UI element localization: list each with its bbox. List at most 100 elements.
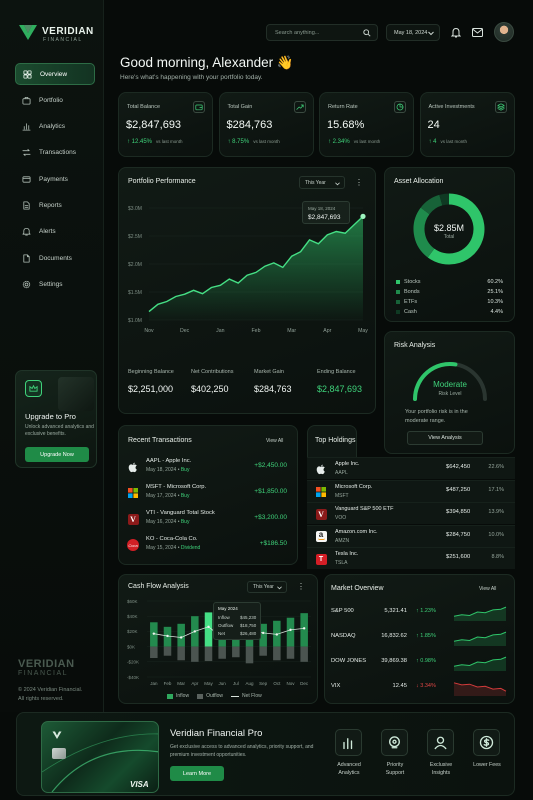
outflow-bar[interactable]	[218, 646, 226, 659]
risk-text: Your portfolio risk is in the moderate r…	[405, 409, 468, 424]
net-flow-point[interactable]	[275, 633, 279, 636]
x-tick-label: Sep	[259, 681, 268, 686]
pro-feature-insights[interactable]: Exclusive Insights	[423, 729, 463, 789]
outflow-bar[interactable]	[273, 646, 281, 661]
market-row[interactable]: VIX 12.45 ↓ 3.34%	[325, 677, 516, 701]
market-row[interactable]: DOW JONES 39,869.38 ↑ 0.98%	[325, 652, 516, 676]
holding-pct: 17.1%	[488, 486, 504, 493]
upgrade-title: Upgrade to Pro	[25, 412, 76, 421]
holding-row[interactable]: Apple Inc. AAPL $642,450 22.6%	[307, 457, 515, 479]
legend-swatch	[396, 300, 400, 304]
pro-feature-fees[interactable]: Lower Fees	[469, 729, 509, 789]
outflow-bar[interactable]	[150, 646, 158, 658]
sidebar-item-documents[interactable]: Documents	[15, 247, 95, 269]
net-flow-point[interactable]	[289, 628, 292, 632]
vanguard-logo: V	[315, 508, 327, 520]
search-input[interactable]: Search anything...	[266, 24, 378, 41]
more-options-icon[interactable]: ⋮	[353, 176, 365, 189]
stat-change-value: ↑ 8.75%	[227, 139, 250, 145]
outflow-bar[interactable]	[245, 646, 254, 664]
avatar[interactable]	[494, 22, 514, 42]
file-icon	[21, 253, 31, 263]
outflow-bar[interactable]	[177, 646, 185, 661]
holding-ticker: AAPL	[335, 470, 348, 476]
pro-feature-analytics[interactable]: Advanced Analytics	[331, 729, 371, 789]
outflow-bar[interactable]	[191, 646, 199, 662]
learn-more-button[interactable]: Learn More	[170, 766, 224, 781]
outflow-bar[interactable]	[204, 646, 213, 662]
market-row[interactable]: S&P 500 5,321.41 ↑ 1.23%	[325, 602, 516, 626]
stat-change-sub: vs last month	[353, 139, 381, 144]
net-flow-point[interactable]	[302, 627, 306, 630]
cashflow-tooltip: May 2024 Inflow $45,230 Outflow $18,750 …	[213, 602, 261, 640]
market-row[interactable]: NASDAQ 16,832.62 ↑ 1.85%	[325, 627, 516, 651]
allocation-slice-etfs[interactable]	[420, 194, 443, 215]
inflow-bar[interactable]	[300, 613, 308, 647]
net-flow-point[interactable]	[152, 632, 156, 635]
performance-point[interactable]	[360, 213, 366, 219]
y-tick-label: $3.0M	[128, 206, 142, 212]
stat-change-value: ↑ 2.34%	[328, 139, 350, 145]
sidebar-item-analytics[interactable]: Analytics	[15, 116, 95, 138]
stat-change-sub: vs last month	[253, 139, 280, 144]
inflow-bar[interactable]	[177, 623, 185, 647]
layers-icon	[494, 101, 507, 113]
sidebar-item-payments[interactable]: Payments	[15, 168, 95, 190]
footer-sub: FINANCIAL	[18, 670, 69, 677]
mail-icon[interactable]	[472, 28, 483, 37]
outflow-bar[interactable]	[163, 646, 172, 656]
transaction-row[interactable]: AAPL - Apple Inc. May 18, 2024 • Buy +$2,4…	[119, 457, 299, 481]
x-tick-label: Jun	[219, 681, 227, 686]
sidebar-item-settings[interactable]: Settings	[15, 273, 95, 295]
veridian-logo-icon	[19, 25, 37, 40]
stat-card-active-investments[interactable]: Active Investments 24 ↑ 4 vs last month	[419, 92, 515, 157]
cashflow-tooltip-net-label: Net	[218, 631, 226, 636]
upgrade-now-button[interactable]: Upgrade Now	[25, 447, 89, 462]
sidebar-item-portfolio[interactable]: Portfolio	[15, 89, 95, 111]
transaction-row[interactable]: V VTI - Vanguard Total Stock May 16, 2024 …	[119, 509, 299, 533]
transaction-type: Buy	[180, 493, 190, 499]
transaction-meta: May 18, 2024 • Buy	[146, 467, 189, 473]
holding-row[interactable]: Microsoft Corp. MSFT $487,250 17.1%	[307, 479, 515, 502]
stat-card-total-gain[interactable]: Total Gain $284,763 ↑ 8.75% vs last month	[218, 92, 314, 157]
more-options-icon[interactable]: ⋮	[295, 580, 307, 593]
performance-title: Portfolio Performance	[128, 178, 196, 185]
sidebar-item-alerts[interactable]: Alerts	[15, 221, 95, 243]
allocation-slice-cash[interactable]	[439, 193, 450, 206]
legend-netflow: Net Flow	[231, 693, 262, 699]
transaction-row[interactable]: Coca KO - Coca-Cola Co. May 15, 2024 • Div…	[119, 535, 299, 559]
transactions-view-all-link[interactable]: View All	[266, 438, 283, 444]
stat-card-return-rate[interactable]: Return Rate 15.68% ↑ 2.34% vs last month	[319, 92, 414, 157]
holding-row[interactable]: T Tesla Inc. TSLA $251,600 8.8%	[307, 547, 515, 569]
transaction-row[interactable]: MSFT - Microsoft Corp. May 17, 2024 • Buy…	[119, 483, 299, 507]
pro-feature-support[interactable]: Priority Support	[377, 729, 417, 789]
sidebar-item-transactions[interactable]: Transactions	[15, 142, 95, 164]
net-flow-point[interactable]	[179, 636, 183, 639]
net-flow-point[interactable]	[166, 634, 169, 638]
sidebar-item-reports[interactable]: Reports	[15, 195, 95, 217]
performance-period-select[interactable]: This Year	[299, 176, 345, 189]
inflow-bar[interactable]	[286, 617, 295, 647]
holding-row[interactable]: a Amazon.com Inc. AMZN $284,750 10.0%	[307, 524, 515, 547]
pro-feature-label: Advanced	[337, 762, 361, 768]
market-view-all-link[interactable]: View All	[479, 586, 496, 592]
outflow-bar[interactable]	[286, 646, 295, 659]
sidebar-item-overview[interactable]: Overview	[15, 63, 95, 85]
net-flow-point[interactable]	[261, 631, 265, 635]
stat-card-total-balance[interactable]: Total Balance $2,847,693 ↑ 12.45% vs last m…	[118, 92, 213, 157]
outflow-bar[interactable]	[259, 646, 267, 656]
inflow-bar[interactable]	[204, 612, 213, 647]
holding-row[interactable]: V Vanguard S&P 500 ETF VOO $394,850 13.9%	[307, 502, 515, 524]
x-tick-label: Jan	[150, 681, 158, 686]
outflow-bar[interactable]	[300, 646, 308, 662]
cashflow-period-select[interactable]: This Year	[247, 581, 287, 593]
date-picker[interactable]: May 18, 2024	[386, 24, 440, 41]
net-flow-point[interactable]	[207, 625, 210, 629]
insights-icon	[427, 729, 454, 756]
holding-ticker: AMZN	[335, 537, 350, 544]
bell-icon[interactable]	[451, 27, 461, 38]
market-change: ↓ 3.34%	[416, 683, 436, 689]
y-tick-label: $40K	[127, 614, 138, 619]
net-flow-point[interactable]	[193, 630, 197, 633]
outflow-bar[interactable]	[232, 646, 240, 658]
